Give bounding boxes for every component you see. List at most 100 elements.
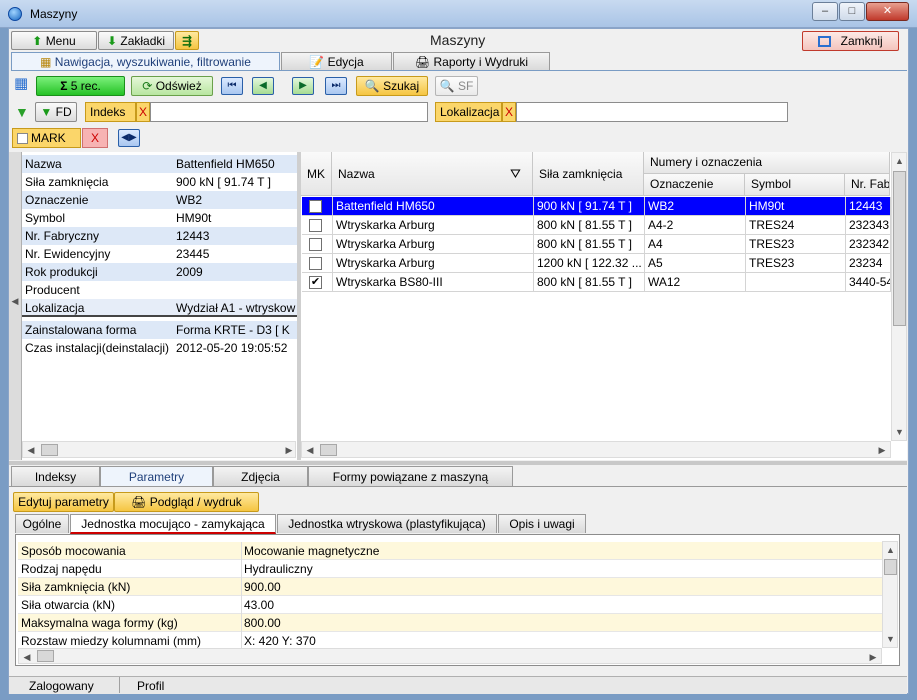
table-row[interactable]: Wtryskarka Arburg 1200 kN [ 122.32 ... A5 T… xyxy=(302,254,891,273)
mark-toggle[interactable]: MARK xyxy=(12,128,81,148)
params-hscrollbar[interactable]: ◀ ▶ xyxy=(18,648,882,664)
subtab-jednostka-wtryskowa[interactable]: Jednostka wtryskowa (plastyfikująca) xyxy=(277,514,497,533)
grid-scroll-left-icon: ◀ xyxy=(306,445,314,455)
horizontal-splitter[interactable] xyxy=(9,461,907,465)
mk-cell[interactable] xyxy=(302,235,333,254)
tab-zdjecia[interactable]: Zdjęcia xyxy=(213,466,308,486)
cell-ozn: A4-2 xyxy=(645,216,746,235)
mk-cell[interactable] xyxy=(302,216,333,235)
col-symbol-header[interactable]: Symbol xyxy=(745,174,845,196)
detail-value: WB2 xyxy=(176,193,203,207)
table-row[interactable]: Wtryskarka Arburg 800 kN [ 81.55 T ] A4-2 T… xyxy=(302,216,891,235)
edit-icon: 📝 xyxy=(309,55,325,69)
tab-indeksy[interactable]: Indeksy xyxy=(11,466,100,486)
close-button[interactable]: ✕ xyxy=(866,2,909,21)
param-row[interactable]: Rodzaj napędu Hydrauliczny xyxy=(18,560,882,578)
sort-filter-icon[interactable]: ⛛ xyxy=(510,152,521,195)
detail-row: Symbol HM90t xyxy=(22,209,297,227)
details-hscrollbar[interactable]: ◀ ▶ xyxy=(22,441,296,458)
first-record-button[interactable]: ⏮ xyxy=(221,77,243,95)
param-row[interactable]: Siła zamknięcia (kN) 900.00 xyxy=(18,578,882,596)
refresh-icon: ⟳ xyxy=(142,79,153,93)
detail-row: Zainstalowana forma Forma KRTE - D3 [ K xyxy=(22,321,297,339)
prev-record-button[interactable]: ◀ xyxy=(252,77,274,95)
zamknij-button[interactable]: Zamknij xyxy=(802,31,899,51)
mk-checkbox[interactable]: ✔ xyxy=(309,276,322,289)
tab-nawigacja[interactable]: ▦ Nawigacja, wyszukiwanie, filtrowanie xyxy=(11,52,280,70)
indeks-label: Indeks xyxy=(85,102,136,122)
subtab-ogolne[interactable]: Ogólne xyxy=(15,514,69,533)
menu-button[interactable]: ⬆ Menu xyxy=(11,31,97,50)
mk-cell[interactable] xyxy=(302,197,333,216)
mk-checkbox[interactable] xyxy=(309,200,322,213)
szukaj-label: Szukaj xyxy=(383,79,420,93)
last-record-button[interactable]: ⏭ xyxy=(325,77,347,95)
tab-raporty[interactable]: 🖨 Raporty i Wydruki xyxy=(393,52,550,70)
col-sila-header[interactable]: Siła zamknięcia xyxy=(533,152,644,196)
mk-cell[interactable]: ✔ xyxy=(302,273,333,292)
fd-button[interactable]: ▼ FD xyxy=(35,102,77,122)
podglad-button[interactable]: 🖨 Podgląd / wydruk xyxy=(114,492,259,512)
params-vscrollbar[interactable]: ▲ ▼ xyxy=(882,541,898,648)
next-record-button[interactable]: ▶ xyxy=(292,77,314,95)
params-vscroll-thumb[interactable] xyxy=(884,559,897,575)
szukaj-button[interactable]: 🔍 Szukaj xyxy=(356,76,428,96)
subtab-opis[interactable]: Opis i uwagi xyxy=(498,514,586,533)
col-oznaczenie-header[interactable]: Oznaczenie xyxy=(644,174,745,196)
edytuj-parametry-button[interactable]: Edytuj parametry xyxy=(13,492,114,512)
mark-clear-button[interactable]: X xyxy=(82,128,108,148)
grid-hscroll-thumb[interactable] xyxy=(320,444,337,456)
col-nrfab-header[interactable]: Nr. Fab xyxy=(845,174,890,196)
mk-checkbox[interactable] xyxy=(309,257,322,270)
grid-hscrollbar[interactable]: ◀ ▶ xyxy=(301,441,891,458)
params-hscroll-thumb[interactable] xyxy=(37,650,54,662)
tab-parametry[interactable]: Parametry xyxy=(100,466,213,487)
detail-key: Producent xyxy=(25,283,80,297)
cell-nrfab: 232342 xyxy=(846,235,891,254)
bookmark-add-icon[interactable]: ⇶ xyxy=(175,31,199,50)
details-hscroll-thumb[interactable] xyxy=(41,444,58,456)
filter-icon: ▼ xyxy=(15,104,29,120)
tab-formy[interactable]: Formy powiązane z maszyną xyxy=(308,466,513,486)
indeks-clear-button[interactable]: X xyxy=(136,102,150,122)
zakladki-button[interactable]: ⬇ Zakładki xyxy=(98,31,174,50)
col-nazwa-header[interactable]: Nazwa ⛛ xyxy=(332,152,533,196)
table-row[interactable]: Battenfield HM650 900 kN [ 91.74 T ] WB2 HM… xyxy=(302,197,891,216)
cell-nazwa: Wtryskarka BS80-III xyxy=(333,273,534,292)
table-row[interactable]: ✔ Wtryskarka BS80-III 800 kN [ 81.55 T ] WA… xyxy=(302,273,891,292)
tab-edycja[interactable]: 📝 Edycja xyxy=(281,52,392,70)
minimize-button[interactable]: ‒ xyxy=(812,2,838,21)
mark-checkbox[interactable] xyxy=(17,133,28,144)
param-value: Mocowanie magnetyczne xyxy=(241,542,882,560)
param-value: Hydrauliczny xyxy=(241,560,882,578)
arrow-up-icon: ⬆ xyxy=(32,34,43,48)
lokalizacja-clear-button[interactable]: X xyxy=(502,102,516,122)
subtab-jednostka-mocujaco[interactable]: Jednostka mocująco - zamykająca xyxy=(70,514,276,534)
left-collapse-bar[interactable]: ◀ xyxy=(9,152,22,460)
param-row[interactable]: Siła otwarcia (kN) 43.00 xyxy=(18,596,882,614)
scroll-right-icon: ▶ xyxy=(285,445,293,455)
col-mk-header[interactable]: MK xyxy=(301,152,332,196)
maximize-button[interactable]: □ xyxy=(839,2,865,21)
param-row[interactable]: Maksymalna waga formy (kg) 800.00 xyxy=(18,614,882,632)
swap-arrows-icon[interactable]: ◀▶ xyxy=(118,129,140,147)
detail-value: 23445 xyxy=(176,247,210,261)
grid-vscrollbar[interactable]: ▲ ▼ xyxy=(891,152,907,441)
param-row[interactable]: Sposób mocowania Mocowanie magnetyczne xyxy=(18,542,882,560)
param-value: 43.00 xyxy=(241,596,882,614)
mk-cell[interactable] xyxy=(302,254,333,273)
mk-checkbox[interactable] xyxy=(309,219,322,232)
grid-vscroll-thumb[interactable] xyxy=(893,171,906,326)
cell-symbol: TRES24 xyxy=(746,216,846,235)
cell-symbol: TRES23 xyxy=(746,235,846,254)
col-group-header: Numery i oznaczenia xyxy=(644,152,890,174)
sf-button[interactable]: 🔍 SF xyxy=(435,76,478,96)
sf-label: SF xyxy=(457,79,474,93)
odswiez-button[interactable]: ⟳ Odśwież xyxy=(131,76,213,96)
lokalizacja-input[interactable] xyxy=(516,102,788,122)
detail-key: Nr. Fabryczny xyxy=(25,229,100,243)
table-row[interactable]: Wtryskarka Arburg 800 kN [ 81.55 T ] A4 TRE… xyxy=(302,235,891,254)
mk-checkbox[interactable] xyxy=(309,238,322,251)
indeks-input[interactable] xyxy=(150,102,428,122)
tab-divider xyxy=(11,70,907,71)
